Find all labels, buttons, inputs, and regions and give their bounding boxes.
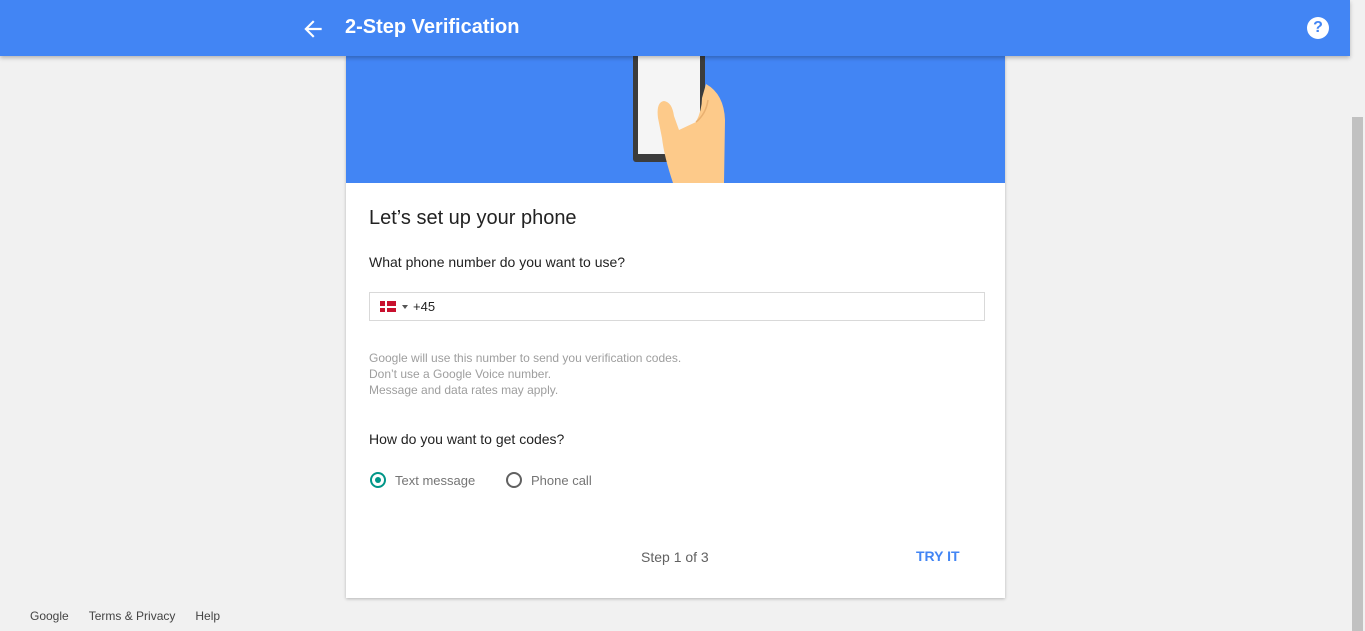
info-line: Don’t use a Google Voice number. [369, 367, 552, 381]
info-line: Message and data rates may apply. [369, 383, 559, 397]
codes-question: How do you want to get codes? [369, 431, 565, 447]
app-bar: 2-Step Verification ? [0, 0, 1350, 56]
hero-banner [346, 56, 1005, 183]
info-line: Google will use this number to send you … [369, 351, 682, 365]
radio-text-message[interactable] [370, 472, 386, 488]
redacted-number-mask [435, 298, 495, 318]
phone-info-text: Google will use this number to send you … [369, 350, 681, 398]
arrow-left-icon[interactable] [300, 16, 326, 42]
option-text-message[interactable]: Text message [370, 472, 475, 488]
option-label: Text message [395, 472, 476, 488]
try-it-button[interactable]: TRY IT [916, 548, 960, 564]
phone-question: What phone number do you want to use? [369, 254, 626, 270]
setup-card: Let’s set up your phone What phone numbe… [346, 56, 1005, 598]
denmark-flag-icon[interactable] [380, 301, 396, 312]
step-indicator: Step 1 of 3 [641, 549, 709, 565]
option-label: Phone call [531, 472, 592, 488]
card-heading: Let’s set up your phone [369, 207, 577, 229]
help-icon[interactable]: ? [1307, 17, 1329, 39]
radio-phone-call[interactable] [506, 472, 522, 488]
page-title: 2-Step Verification [345, 16, 520, 38]
scrollbar[interactable] [1350, 0, 1365, 631]
footer-link-terms[interactable]: Terms & Privacy [89, 609, 176, 623]
phone-number-input[interactable] [413, 299, 973, 314]
footer-link-help[interactable]: Help [195, 609, 220, 623]
footer-link-google[interactable]: Google [30, 609, 69, 623]
phone-number-field[interactable] [369, 292, 985, 321]
chevron-down-icon[interactable] [402, 305, 408, 309]
option-phone-call[interactable]: Phone call [506, 472, 592, 488]
scrollbar-thumb[interactable] [1352, 117, 1363, 631]
phone-in-hand-illustration [633, 56, 725, 183]
footer: Google Terms & Privacy Help [30, 609, 220, 623]
